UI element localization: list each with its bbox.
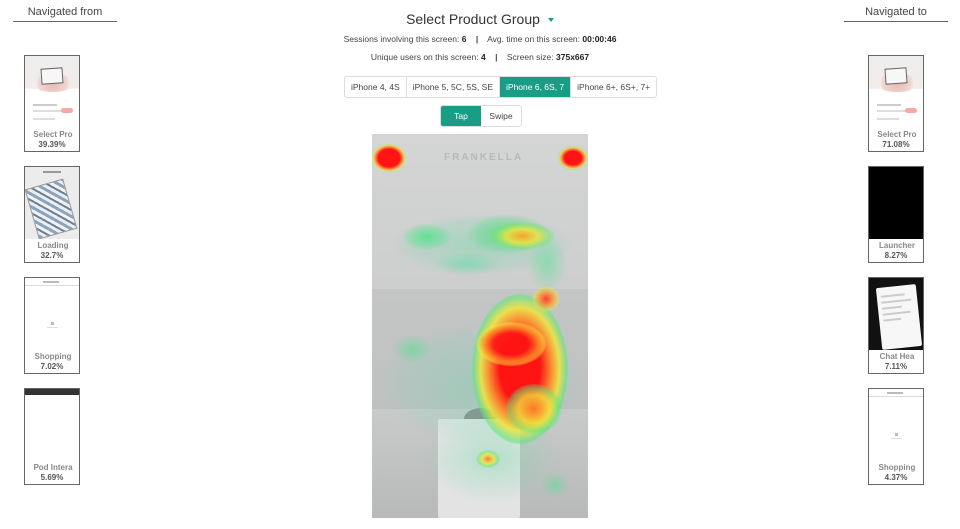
screen-percent: 71.08% xyxy=(882,140,910,149)
screen-title[interactable]: Select Product Group xyxy=(406,11,540,27)
stats-row-1: Sessions involving this screen: 6 | Avg.… xyxy=(0,34,960,44)
screen-size-value: 375x667 xyxy=(556,52,590,62)
sessions-label: Sessions involving this screen: xyxy=(343,34,460,44)
screen-title-row: Select Product Group xyxy=(0,11,960,29)
screen-thumbnail xyxy=(869,56,923,128)
tab-iphone-6-plus[interactable]: iPhone 6+, 6S+, 7+ xyxy=(571,77,656,97)
screen-thumbnail xyxy=(25,278,79,350)
tab-iphone-6[interactable]: iPhone 6, 6S, 7 xyxy=(500,77,572,97)
screen-name: Launcher xyxy=(878,241,915,250)
from-screen-select-product[interactable]: Select Pro 39.39% xyxy=(24,55,80,152)
screen-name: Chat Hea xyxy=(879,352,915,361)
unique-users-value: 4 xyxy=(480,52,486,62)
screen-name: Select Pro xyxy=(877,130,917,139)
separator: | xyxy=(495,52,498,62)
sessions-value: 6 xyxy=(461,34,467,44)
heatmap-hotspot xyxy=(558,146,588,170)
from-screen-shopping[interactable]: Shopping 7.02% xyxy=(24,277,80,374)
unique-users-label: Unique users on this screen: xyxy=(370,52,479,62)
to-screen-shopping[interactable]: Shopping 4.37% xyxy=(868,388,924,485)
tab-iphone-5[interactable]: iPhone 5, 5C, 5S, SE xyxy=(407,77,501,97)
screen-thumbnail xyxy=(869,389,923,461)
avg-time-label: Avg. time on this screen: xyxy=(487,34,581,44)
mode-tabs: Tap Swipe xyxy=(440,105,522,127)
to-screen-chat-head[interactable]: Chat Hea 7.11% xyxy=(868,277,924,374)
to-screen-select-product[interactable]: Select Pro 71.08% xyxy=(868,55,924,152)
from-screen-pod-interaction[interactable]: Pod Intera 5.69% xyxy=(24,388,80,485)
screen-name: Shopping xyxy=(34,352,72,361)
tab-iphone-4[interactable]: iPhone 4, 4S xyxy=(345,77,407,97)
screen-name: Loading xyxy=(37,241,69,250)
screen-thumbnail xyxy=(25,56,79,128)
screen-percent: 32.7% xyxy=(40,251,64,260)
avg-time-value: 00:00:46 xyxy=(582,34,617,44)
screen-thumbnail xyxy=(869,278,923,350)
screen-thumbnail xyxy=(869,167,923,239)
screen-name: Shopping xyxy=(878,463,916,472)
screen-thumbnail xyxy=(25,167,79,239)
screen-size-label: Screen size: xyxy=(506,52,554,62)
separator: | xyxy=(475,34,479,44)
device-tabs: iPhone 4, 4S iPhone 5, 5C, 5S, SE iPhone… xyxy=(344,76,658,98)
screen-percent: 7.02% xyxy=(40,362,64,371)
screen-percent: 39.39% xyxy=(38,140,66,149)
heatmap-brand-text: FRANKELLA xyxy=(444,152,524,163)
stats-row-2: Unique users on this screen: 4 | Screen … xyxy=(0,52,960,62)
tab-swipe[interactable]: Swipe xyxy=(481,106,521,126)
screen-percent: 5.69% xyxy=(40,473,64,482)
tap-heatmap: FRANKELLA xyxy=(372,134,588,518)
from-screen-loading[interactable]: Loading 32.7% xyxy=(24,166,80,263)
to-screen-launcher[interactable]: Launcher 8.27% xyxy=(868,166,924,263)
screen-thumbnail xyxy=(25,389,79,461)
screen-percent: 4.37% xyxy=(884,473,908,482)
screen-percent: 7.11% xyxy=(884,362,908,371)
heatmap-hotspot xyxy=(372,144,406,172)
screen-name: Pod Intera xyxy=(33,463,73,472)
tab-tap[interactable]: Tap xyxy=(441,106,481,126)
screen-name: Select Pro xyxy=(33,130,73,139)
screen-percent: 8.27% xyxy=(884,251,908,260)
chevron-down-icon[interactable] xyxy=(547,17,554,22)
